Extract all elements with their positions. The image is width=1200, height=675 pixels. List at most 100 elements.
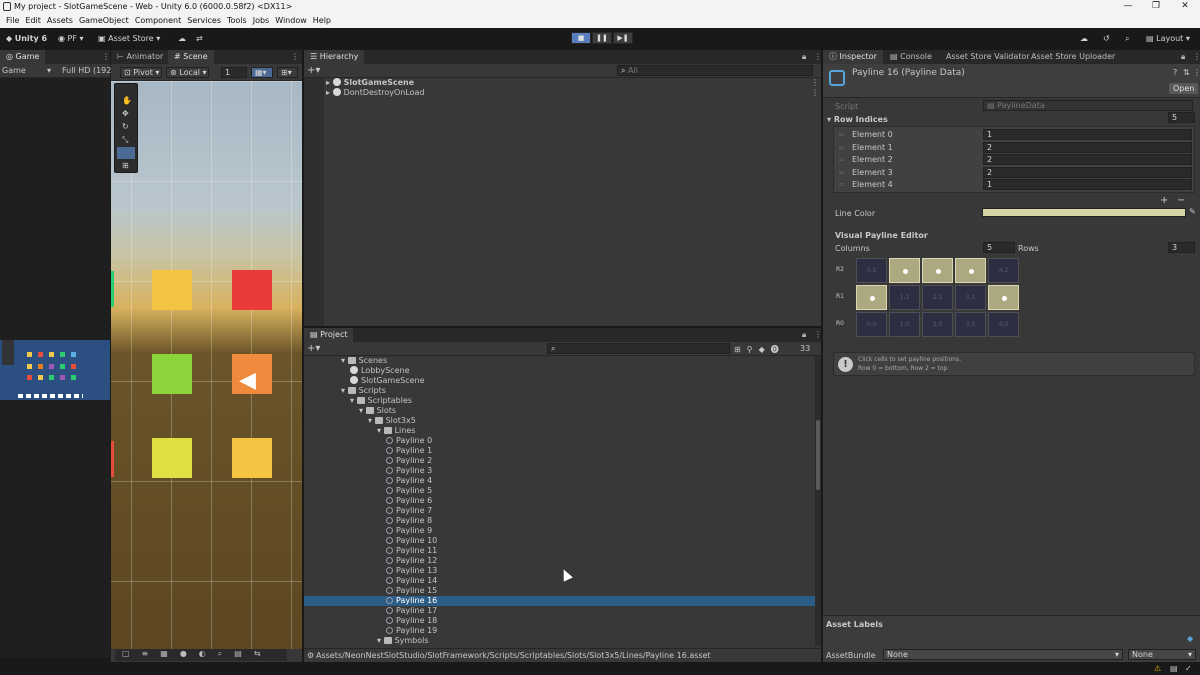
project-asset-row[interactable]: Payline 7 <box>304 506 815 516</box>
drag-handle-icon[interactable]: = <box>838 168 845 177</box>
menu-item[interactable]: Tools <box>227 16 247 25</box>
payline-cell[interactable]: 0,0 <box>856 312 887 337</box>
menu-item[interactable]: Help <box>313 16 331 25</box>
payline-cell[interactable]: 3,0 <box>955 312 986 337</box>
project-asset-row[interactable]: Payline 10 <box>304 536 815 546</box>
element-value-field[interactable]: 2 <box>983 166 1192 178</box>
menu-item[interactable]: Services <box>187 16 221 25</box>
step-button[interactable]: ▶❚ <box>613 32 633 44</box>
game-view[interactable] <box>0 78 110 658</box>
payline-cell[interactable] <box>889 258 920 283</box>
project-folder-row[interactable]: ▾ Lines <box>304 426 815 436</box>
layout-dropdown[interactable]: ▤ Layout ▾ <box>1146 32 1190 45</box>
item-menu-icon[interactable]: ⋮ <box>811 78 819 87</box>
menu-item[interactable]: Jobs <box>253 16 270 25</box>
tab-hierarchy[interactable]: ☰ Hierarchy <box>304 50 365 64</box>
menu-item[interactable]: Assets <box>47 16 73 25</box>
pivot-dropdown[interactable]: ⊡ Pivot ▾ <box>120 67 162 78</box>
project-search-input[interactable]: ⌕ <box>547 343 730 354</box>
project-folder-row[interactable]: SlotGameScene <box>304 376 815 386</box>
tab-project[interactable]: ▤ Project <box>304 328 354 342</box>
project-asset-row[interactable]: Payline 2 <box>304 456 815 466</box>
element-value-field[interactable]: 1 <box>983 179 1192 191</box>
foldout-arrow-icon[interactable]: ▾ <box>341 356 348 365</box>
search-icon[interactable]: ⌕ <box>1125 32 1129 45</box>
drag-handle-icon[interactable]: = <box>838 155 845 164</box>
project-asset-row[interactable]: Payline 17 <box>304 606 815 616</box>
hierarchy-item[interactable]: ▸ SlotGameScene <box>326 78 414 88</box>
close-icon[interactable]: ✕ <box>1175 1 1195 11</box>
payline-cell[interactable]: 1,1 <box>889 285 920 310</box>
menu-item[interactable]: Component <box>135 16 181 25</box>
payline-cell[interactable]: 0,2 <box>856 258 887 283</box>
project-asset-row[interactable]: Payline 15 <box>304 586 815 596</box>
project-scrollbar[interactable] <box>815 356 821 646</box>
reel-symbol-green[interactable] <box>152 354 192 394</box>
scene-menu-icon[interactable]: ⋮ <box>285 50 305 64</box>
component-menu-icon[interactable]: ⋮ <box>1193 68 1200 77</box>
check-icon[interactable]: ✓ <box>1185 664 1192 673</box>
foldout-arrow-icon[interactable]: ▾ <box>359 406 366 415</box>
foldout-arrow-icon[interactable]: ▾ <box>350 396 357 405</box>
create-plus-icon[interactable]: +▾ <box>307 65 320 76</box>
tab-console[interactable]: ▤ Console <box>884 50 938 64</box>
project-asset-row[interactable]: Payline 14 <box>304 576 815 586</box>
asset-bundle-dropdown[interactable]: None ▾ <box>883 649 1123 660</box>
project-create-icon[interactable]: +▾ <box>307 343 320 354</box>
resolution-dropdown[interactable]: Full HD (1920 <box>62 66 116 75</box>
menu-item[interactable]: File <box>6 16 19 25</box>
element-value-field[interactable]: 2 <box>983 141 1192 153</box>
foldout-arrow-icon[interactable]: ▾ <box>341 386 348 395</box>
grid-size-field[interactable]: 1 <box>221 67 247 78</box>
reel-symbol-yellow-2[interactable] <box>232 438 272 478</box>
tab-asset-store-uploader[interactable]: Asset Store Uploader <box>1025 50 1121 64</box>
rotate-tool-icon[interactable]: ↻ <box>122 122 129 131</box>
row-indices-foldout[interactable]: ▾ Row Indices <box>827 115 888 124</box>
payline-cell[interactable]: 4,0 <box>988 312 1019 337</box>
menu-item[interactable]: Edit <box>25 16 41 25</box>
transform-tool-icon[interactable]: ⊞ <box>122 161 129 170</box>
line-color-swatch[interactable] <box>982 208 1186 217</box>
drag-handle-icon[interactable]: = <box>838 130 845 139</box>
preset-icon[interactable]: ⇅ <box>1183 68 1190 77</box>
element-value-field[interactable]: 1 <box>983 129 1192 140</box>
project-folder-row[interactable]: ▾ Scripts <box>304 386 815 396</box>
project-folder-row[interactable]: ▾ Symbols <box>304 636 815 646</box>
project-asset-row[interactable]: Payline 3 <box>304 466 815 476</box>
tab-game[interactable]: ◎ Game <box>0 50 46 64</box>
tab-scene[interactable]: # Scene <box>168 50 214 64</box>
foldout-arrow-icon[interactable]: ▾ <box>368 416 375 425</box>
project-scrollbar-thumb[interactable] <box>816 420 820 490</box>
foldout-arrow-icon[interactable]: ▾ <box>377 426 384 435</box>
asset-bundle-variant-dropdown[interactable]: None ▾ <box>1128 649 1196 660</box>
asset-store-dropdown[interactable]: ▣ Asset Store ▾ <box>98 32 160 45</box>
game-display-dropdown[interactable]: Game <box>2 66 26 75</box>
menu-item[interactable]: Window <box>275 16 307 25</box>
cloud-services-icon[interactable]: ☁ <box>1080 32 1088 45</box>
payline-cell[interactable]: 2,0 <box>922 312 953 337</box>
payline-cell[interactable]: 3,1 <box>955 285 986 310</box>
project-folder-row[interactable]: ▾ Scriptables <box>304 396 815 406</box>
project-asset-row[interactable]: Payline 16 <box>304 596 815 606</box>
payline-cell[interactable]: 1,0 <box>889 312 920 337</box>
tab-inspector[interactable]: ⓘ Inspector <box>823 50 883 64</box>
project-filter-icons[interactable]: ⊞⚲◆⓿ <box>734 344 785 355</box>
cloud-icon[interactable]: ☁ <box>178 32 186 45</box>
project-asset-row[interactable]: Payline 5 <box>304 486 815 496</box>
hierarchy-search-input[interactable]: ⌕ All <box>617 65 813 76</box>
project-asset-row[interactable]: Payline 12 <box>304 556 815 566</box>
project-asset-row[interactable]: Payline 9 <box>304 526 815 536</box>
columns-field[interactable]: 5 <box>983 242 1015 253</box>
project-asset-row[interactable]: Payline 18 <box>304 616 815 626</box>
hand-tool-icon[interactable]: ✋ <box>122 96 132 105</box>
scene-viewport[interactable]: ◀ ✋ ✥ ↻ ⤡ ⊞ <box>111 81 302 649</box>
gizmos-icon[interactable]: ⊞▾ <box>277 67 298 78</box>
rows-field[interactable]: 3 <box>1168 242 1195 253</box>
scale-tool-icon[interactable]: ⤡ <box>122 135 128 145</box>
foldout-arrow-icon[interactable]: ▾ <box>377 636 384 645</box>
tab-asset-store-validator[interactable]: Asset Store Validator <box>940 50 1036 64</box>
reel-symbol-red[interactable] <box>232 270 272 310</box>
maximize-icon[interactable]: ❐ <box>1146 1 1166 11</box>
label-tag-icon[interactable]: ◆ <box>1187 634 1193 643</box>
overlay-tools[interactable]: ▢≡▦●◐⌕▤⇆ <box>115 649 287 661</box>
